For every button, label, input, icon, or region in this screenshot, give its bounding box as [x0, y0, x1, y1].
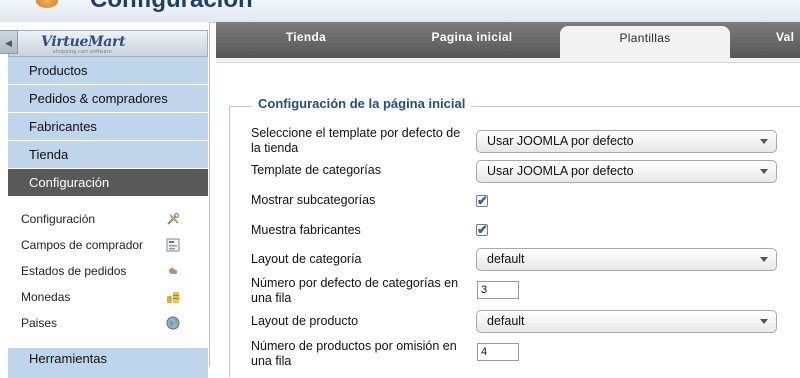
- submenu-item-configuracion[interactable]: Configuración: [8, 206, 208, 232]
- menu-item-tienda[interactable]: Tienda: [8, 141, 208, 169]
- products-per-row-label: Número de productos por omisión en una f…: [251, 339, 457, 368]
- categories-per-row-input[interactable]: 3: [477, 281, 519, 299]
- main-menu: Productos Pedidos & compradores Fabrican…: [8, 57, 208, 197]
- tab-bar: Tienda Pagina inicial Plantillas Val: [216, 22, 800, 58]
- globe-icon: [166, 316, 180, 330]
- order-status-icon: [169, 268, 178, 275]
- chevron-down-icon: [760, 169, 768, 174]
- section-legend: Configuración de la página inicial: [252, 96, 472, 111]
- sidebar: VirtueMart shopping cart software ◀ Prod…: [0, 22, 210, 378]
- category-layout-label: Layout de categoría: [251, 252, 362, 266]
- tab-tienda[interactable]: Tienda: [246, 22, 366, 58]
- submenu-item-paises[interactable]: Paises: [8, 310, 208, 336]
- collapse-sidebar-button[interactable]: ◀: [0, 30, 18, 54]
- products-per-row-input[interactable]: 4: [477, 343, 519, 361]
- select-value: default: [487, 252, 525, 266]
- submenu-label: Campos de comprador: [21, 238, 144, 252]
- menu-item-fabricantes[interactable]: Fabricantes: [8, 113, 208, 141]
- joomla-logo-icon: [36, 0, 58, 8]
- coins-icon: [167, 292, 179, 303]
- select-value: default: [487, 314, 525, 328]
- select-value: Usar JOOMLA por defecto: [487, 164, 634, 178]
- brand-name: VirtueMart: [41, 34, 126, 50]
- tab-pagina-inicial[interactable]: Pagina inicial: [412, 22, 532, 58]
- category-template-label: Template de categorías: [251, 163, 381, 177]
- product-layout-label: Layout de producto: [251, 314, 359, 328]
- form-fields-icon: [166, 238, 180, 252]
- categories-per-row-label: Número por defecto de categorías en una …: [251, 276, 459, 305]
- show-subcategories-checkbox[interactable]: ✔: [476, 194, 488, 207]
- submenu-item-campos-comprador[interactable]: Campos de comprador: [8, 232, 208, 258]
- chevron-down-icon: [760, 257, 768, 262]
- template-default-select[interactable]: Usar JOOMLA por defecto: [476, 130, 777, 153]
- page-title: Configuración: [90, 0, 253, 14]
- menu-item-configuracion[interactable]: Configuración: [8, 169, 208, 197]
- menu-item-pedidos[interactable]: Pedidos & compradores: [8, 85, 208, 113]
- submenu-label: Paises: [21, 316, 58, 330]
- virtuemart-logo: VirtueMart shopping cart software: [8, 30, 208, 57]
- show-subcategories-label: Mostrar subcategorías: [251, 193, 376, 207]
- submenu-label: Estados de pedidos: [21, 264, 127, 278]
- tab-plantillas[interactable]: Plantillas: [560, 26, 730, 58]
- template-default-label: Seleccione el template por defecto de la…: [251, 126, 461, 155]
- chevron-down-icon: [760, 319, 768, 324]
- tab-val[interactable]: Val: [776, 22, 800, 58]
- submenu-item-estados-pedidos[interactable]: Estados de pedidos: [8, 258, 208, 284]
- select-value: Usar JOOMLA por defecto: [487, 134, 634, 148]
- menu-item-productos[interactable]: Productos: [8, 57, 208, 85]
- category-template-select[interactable]: Usar JOOMLA por defecto: [476, 160, 777, 183]
- config-submenu: Configuración Campos de comprador Estado…: [8, 206, 208, 336]
- chevron-down-icon: [760, 139, 768, 144]
- brand-tagline: shopping cart software: [53, 49, 113, 55]
- wrench-screwdriver-icon: [167, 212, 180, 225]
- submenu-item-monedas[interactable]: Monedas: [8, 284, 208, 310]
- menu-item-herramientas[interactable]: Herramientas: [8, 348, 208, 378]
- product-layout-select[interactable]: default: [476, 310, 777, 333]
- category-layout-select[interactable]: default: [476, 248, 777, 271]
- submenu-label: Monedas: [21, 290, 71, 304]
- show-manufacturers-checkbox[interactable]: ✔: [476, 223, 488, 236]
- submenu-label: Configuración: [21, 212, 96, 226]
- tab-content-edge: [216, 58, 800, 63]
- top-header: Configuración: [0, 0, 800, 23]
- show-manufacturers-label: Muestra fabricantes: [251, 223, 361, 237]
